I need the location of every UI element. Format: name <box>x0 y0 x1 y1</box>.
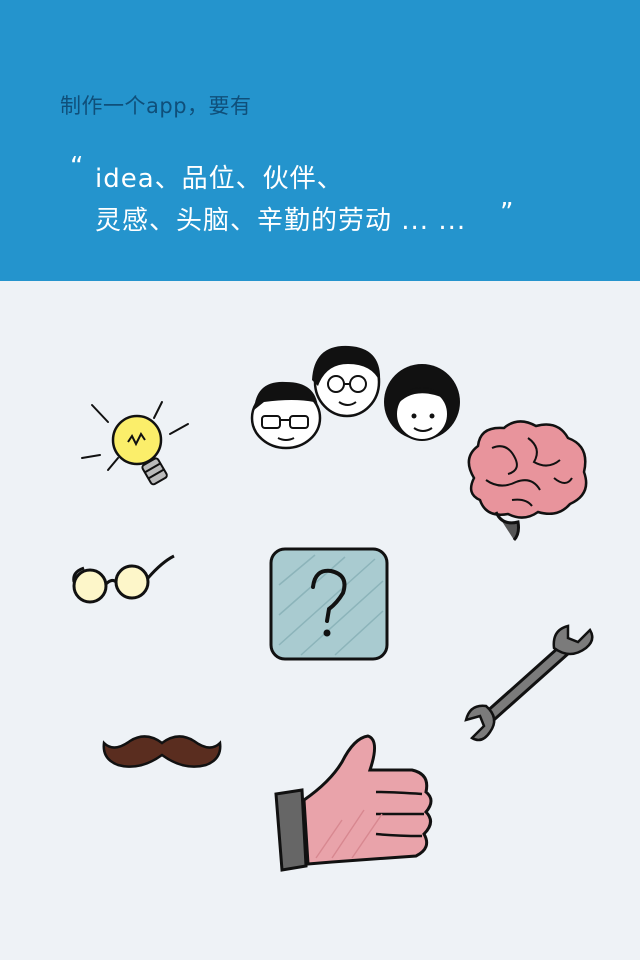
header-banner: 制作一个app，要有 “ idea、品位、伙伴、 灵感、头脑、辛勤的劳动 ...… <box>0 0 640 281</box>
quote-line-2: 灵感、头脑、辛勤的劳动 ... ... <box>95 206 467 236</box>
wrench-icon <box>460 620 600 764</box>
close-quote-mark: ” <box>500 198 515 228</box>
people-icon <box>244 340 464 464</box>
lightbulb-icon <box>80 400 190 504</box>
open-quote-mark: “ <box>70 152 85 182</box>
mustache-icon <box>100 725 225 789</box>
thumbs-up-icon <box>272 730 447 889</box>
glasses-icon <box>70 550 180 614</box>
subtitle: 制作一个app，要有 <box>60 94 252 118</box>
question-box-icon <box>265 545 400 669</box>
brain-icon <box>462 418 592 547</box>
quote-line-1: idea、品位、伙伴、 <box>95 164 344 194</box>
